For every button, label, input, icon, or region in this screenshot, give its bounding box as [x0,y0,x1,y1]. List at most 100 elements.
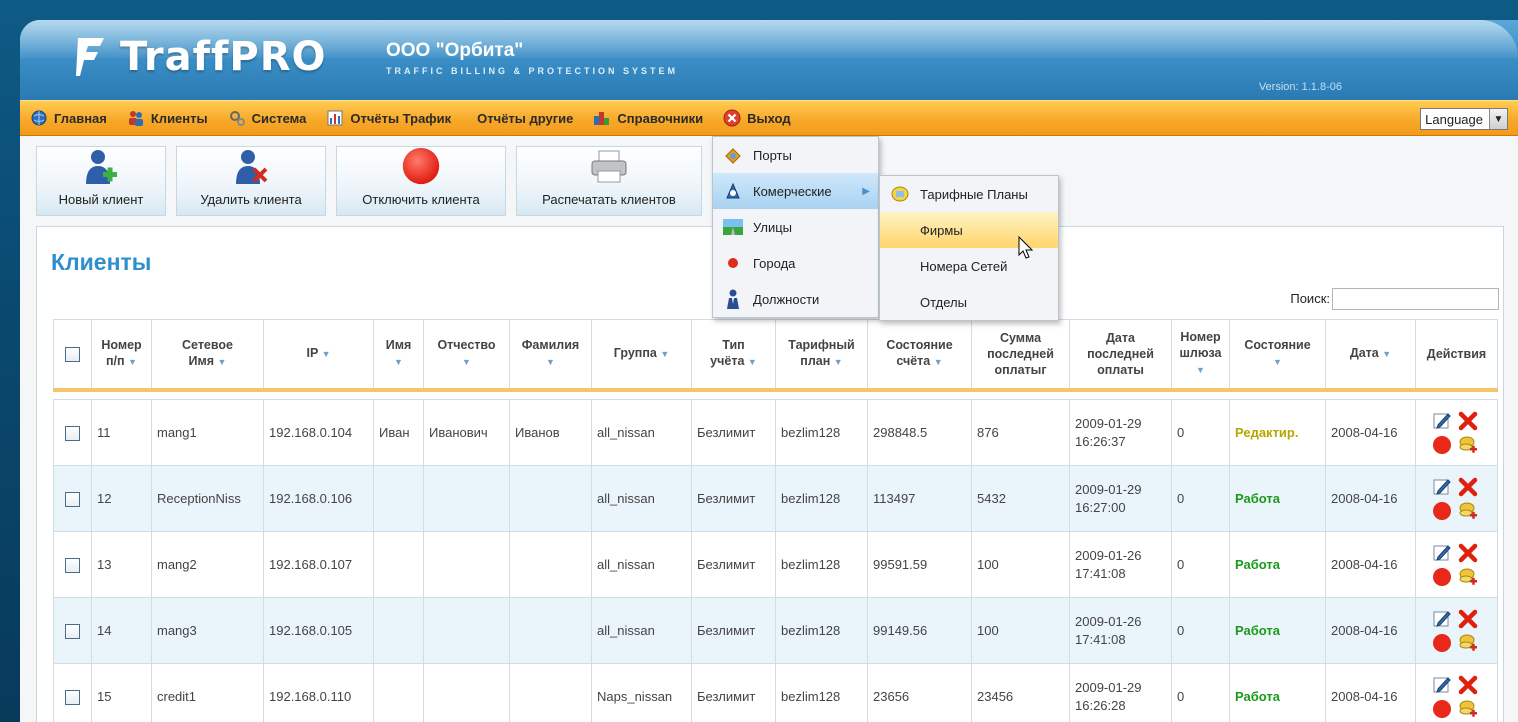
menu-clients-label: Клиенты [150,110,208,126]
pay-date: 2009-01-26 [1075,613,1142,629]
edit-icon[interactable] [1431,542,1453,564]
delete-icon[interactable] [1457,674,1479,696]
add-payment-icon[interactable] [1457,566,1479,588]
edit-icon[interactable] [1431,410,1453,432]
disable-client-button[interactable]: Отключить клиента [336,146,506,216]
cell-last-payment: 100 [971,597,1070,664]
col-num[interactable]: Номер п/п ▼ [91,319,152,392]
sort-arrow-icon: ▼ [394,357,403,368]
col-patronymic[interactable]: Отчество ▼ [423,319,510,392]
print-clients-button[interactable]: Распечатать клиентов [516,146,702,216]
disable-icon[interactable] [1431,632,1453,654]
col-patronymic-label: Отчество [437,338,496,353]
disable-icon[interactable] [1431,434,1453,456]
submenu-item-departments[interactable]: Отделы [880,284,1058,320]
cell-ip: 192.168.0.105 [263,597,374,664]
table-row[interactable]: 14 mang3 192.168.0.105 all_nissan Безлимит be… [53,597,1498,664]
disable-icon[interactable] [1431,566,1453,588]
cell-pay-datetime: 2009-01-26 17:41:08 [1069,531,1172,598]
edit-icon[interactable] [1431,608,1453,630]
menu-traffic-reports[interactable]: Отчёты Трафик [316,100,461,136]
col-actions-label: Действия [1426,346,1487,361]
search-input[interactable] [1332,288,1499,310]
language-select[interactable]: Language ▼ [1420,108,1508,130]
status-badge: Работа [1235,557,1280,572]
edit-icon[interactable] [1431,476,1453,498]
new-client-button[interactable]: Новый клиент [36,146,166,216]
disable-icon[interactable] [1431,698,1453,720]
new-client-label: Новый клиент [58,192,144,207]
row-checkbox[interactable] [65,689,80,705]
dropdown-item-cities[interactable]: Города [713,245,878,281]
disable-icon[interactable] [1431,500,1453,522]
delete-icon[interactable] [1457,542,1479,564]
add-payment-icon[interactable] [1457,434,1479,456]
delete-client-button[interactable]: Удалить клиента [176,146,326,216]
pay-time: 16:26:28 [1075,697,1126,713]
row-checkbox[interactable] [65,491,80,507]
menu-clients[interactable]: Клиенты [117,100,218,136]
cell-actions [1415,399,1498,466]
version-label: Version: 1.1.8-06 [1258,81,1342,93]
cell-num: 11 [91,399,152,466]
delete-icon[interactable] [1457,476,1479,498]
cell-acct-type: Безлимит [691,663,776,722]
row-select-cell [53,531,92,598]
add-payment-icon[interactable] [1457,500,1479,522]
dropdown-item-commercial[interactable]: Комерческие ▶ [713,173,878,209]
col-date[interactable]: Дата ▼ [1325,319,1416,392]
cell-state: Работа [1229,663,1326,722]
col-name[interactable]: Имя ▼ [373,319,424,392]
menu-directories[interactable]: Справочники [583,100,713,136]
edit-icon[interactable] [1431,674,1453,696]
menu-other-reports[interactable]: Отчёты другие [461,100,583,136]
menu-system-label: Система [251,110,307,126]
col-balance[interactable]: Состояние счёта ▼ [867,319,972,392]
col-netname[interactable]: Сетевое Имя ▼ [151,319,264,392]
logo-text: TraffPRO [120,34,327,80]
submenu-item-tariff-plans[interactable]: Тарифные Планы [880,176,1058,212]
col-state[interactable]: Состояние ▼ [1229,319,1326,392]
dropdown-item-ports[interactable]: Порты [713,137,878,173]
cell-group: all_nissan [591,531,692,598]
table-row[interactable]: 11 mang1 192.168.0.104 Иван Иванович Иванов al… [53,399,1498,466]
cell-ip: 192.168.0.106 [263,465,374,532]
cell-netname: mang1 [151,399,264,466]
menu-system[interactable]: Система [218,100,317,136]
col-tariff[interactable]: Тарифный план ▼ [775,319,868,392]
cell-ip: 192.168.0.104 [263,399,374,466]
dropdown-item-positions[interactable]: Должности [713,281,878,317]
table-row[interactable]: 15 credit1 192.168.0.110 Naps_nissan Безлими… [53,663,1498,722]
row-checkbox[interactable] [65,425,80,441]
row-checkbox[interactable] [65,623,80,639]
cell-acct-type: Безлимит [691,465,776,532]
col-acct-type[interactable]: Тип учёта ▼ [691,319,776,392]
col-group[interactable]: Группа ▼ [591,319,692,392]
add-payment-icon[interactable] [1457,632,1479,654]
row-checkbox[interactable] [65,557,80,573]
cell-date: 2008-04-16 [1325,597,1416,664]
select-all-checkbox[interactable] [65,346,80,362]
cell-num: 13 [91,531,152,598]
select-all-header[interactable] [53,319,92,392]
col-ip[interactable]: IP ▼ [263,319,374,392]
menu-traffic-reports-label: Отчёты Трафик [350,110,452,126]
table-row[interactable]: 12 ReceptionNiss 192.168.0.106 all_nissan Бе… [53,465,1498,532]
sort-arrow-icon: ▼ [217,357,227,368]
cell-balance: 23656 [867,663,972,722]
col-gateway[interactable]: Номер шлюза ▼ [1171,319,1230,392]
globe-icon [30,109,48,127]
table-row[interactable]: 13 mang2 192.168.0.107 all_nissan Безлимит be… [53,531,1498,598]
red-stop-icon [401,146,441,186]
dropdown-item-streets[interactable]: Улицы [713,209,878,245]
delete-icon[interactable] [1457,410,1479,432]
sort-arrow-icon: ▼ [546,357,555,368]
delete-icon[interactable] [1457,608,1479,630]
menu-home[interactable]: Главная [20,100,117,136]
col-last-payment: Сумма последней оплатыг [971,319,1070,392]
sort-arrow-icon: ▼ [833,357,843,368]
menu-exit[interactable]: Выход [713,100,800,136]
add-payment-icon[interactable] [1457,698,1479,720]
cell-pay-datetime: 2009-01-29 16:26:28 [1069,663,1172,722]
col-surname[interactable]: Фамилия ▼ [509,319,592,392]
